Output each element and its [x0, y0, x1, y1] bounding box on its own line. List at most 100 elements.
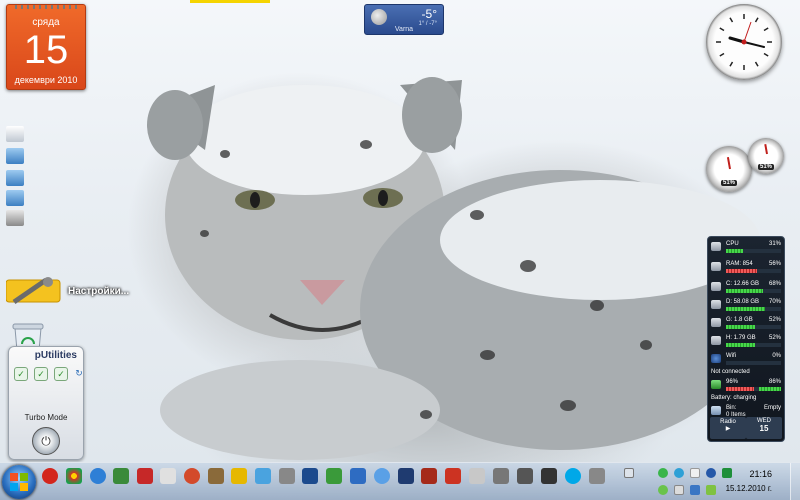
leopard-spot: [470, 210, 484, 220]
tray-app-icon[interactable]: [722, 468, 732, 478]
app-icon[interactable]: [517, 468, 533, 484]
wifi-label: Wifi: [726, 353, 736, 359]
app-icon[interactable]: [421, 468, 437, 484]
tray-app-icon[interactable]: [674, 468, 684, 478]
drive-label: C:: [726, 281, 732, 287]
system-tray: 21:16 15.12.2010 г.: [622, 463, 800, 500]
app-icon[interactable]: [160, 468, 176, 484]
check-icon[interactable]: ✓: [54, 367, 68, 381]
chrome-icon[interactable]: [66, 468, 82, 484]
bin-empty-button[interactable]: Empty: [764, 405, 781, 411]
drive-icon: [711, 318, 721, 327]
ram-row: RAM: 854 56%: [711, 261, 781, 277]
tray-app-icon[interactable]: [658, 485, 668, 495]
system-monitor-gadget[interactable]: CPU 31% RAM: 854 56% C: 12.66 GB 68% D: …: [707, 236, 785, 442]
clock-date[interactable]: 15.12.2010 г.: [726, 484, 772, 493]
app-icon[interactable]: [255, 468, 271, 484]
calendar-gadget[interactable]: сряда 15 декември 2010: [6, 4, 86, 90]
opera-icon[interactable]: [42, 468, 58, 484]
turbo-mode-button[interactable]: ⏻: [32, 427, 60, 455]
battery-icon[interactable]: [706, 485, 716, 495]
ram-meter-value: 51%: [757, 164, 774, 170]
app-icon[interactable]: [541, 468, 557, 484]
tray-app-icon[interactable]: [706, 468, 716, 478]
app-icon[interactable]: [589, 468, 605, 484]
battery-right-percent: 86%: [768, 379, 781, 385]
document-icon[interactable]: [6, 126, 24, 142]
settings-shortcut[interactable]: Настройки...: [6, 276, 146, 306]
bin-icon: [711, 406, 721, 415]
clock-face: [716, 14, 772, 70]
tools-icon[interactable]: [6, 210, 24, 226]
radio-button[interactable]: Radio ▶: [710, 417, 746, 439]
calendar-month-year: декември 2010: [14, 75, 78, 85]
tray-app-icon[interactable]: [658, 468, 668, 478]
ram-label: RAM: 854: [726, 261, 753, 267]
cpu-meter-value: 51%: [720, 180, 737, 186]
battery-bar-left: [726, 387, 754, 391]
weather-gadget[interactable]: -5° 1° / -7° Varna: [364, 4, 444, 35]
app-icon[interactable]: [208, 468, 224, 484]
wifi-status: Not connected: [711, 369, 750, 375]
cpu-icon: [711, 242, 721, 251]
refresh-icon[interactable]: ↻: [72, 367, 86, 381]
show-desktop-button[interactable]: [790, 463, 800, 500]
skype-icon[interactable]: [565, 468, 581, 484]
drive-row: D: 58.08 GB 70%: [711, 299, 781, 315]
check-icon[interactable]: ✓: [14, 367, 28, 381]
volume-icon[interactable]: [674, 485, 684, 495]
app-icon[interactable]: [326, 468, 342, 484]
app-icon[interactable]: [398, 468, 414, 484]
tuneup-utilities-gadget: pUtilities ✓ ✓ ✓ ↻ Turbo Mode ⏻: [8, 346, 84, 460]
drive-size: 58.08 GB: [733, 299, 760, 305]
app-icon[interactable]: [493, 468, 509, 484]
drive-label: G:: [726, 317, 733, 323]
drive-percent: 52%: [768, 335, 781, 341]
filezilla-icon[interactable]: [137, 468, 153, 484]
battery-left-percent: 96%: [726, 379, 739, 385]
media-icon[interactable]: [113, 468, 129, 484]
clock-minute-hand: [743, 41, 765, 48]
skype-icon[interactable]: [374, 468, 390, 484]
photoshop-icon[interactable]: [302, 468, 318, 484]
drive-label: D:: [726, 299, 732, 305]
drive-percent: 68%: [768, 281, 781, 287]
ie-icon[interactable]: [90, 468, 106, 484]
app-icon[interactable]: [279, 468, 295, 484]
folder-icon[interactable]: [6, 148, 24, 164]
tools-icon[interactable]: [231, 468, 247, 484]
cpu-meter: 51%: [706, 146, 752, 192]
leopard-spot: [200, 230, 209, 237]
taskbar: 21:16 15.12.2010 г.: [0, 462, 800, 500]
sysmon-date: WED 15: [746, 417, 782, 439]
calendar-day: 15: [23, 28, 69, 72]
network-icon[interactable]: [690, 485, 700, 495]
start-button[interactable]: [2, 465, 36, 499]
wifi-icon: [711, 354, 721, 363]
cpu-meter-gadget[interactable]: 51% 51%: [706, 138, 786, 198]
battery-row: 96% 86%: [711, 379, 781, 395]
keyboard-icon[interactable]: [624, 468, 634, 478]
calendar-rings: [15, 5, 77, 9]
clock-gadget[interactable]: [706, 4, 782, 80]
drive-row: G: 1.8 GB 52%: [711, 317, 781, 333]
drive-percent: 52%: [768, 317, 781, 323]
play-icon: ▶: [725, 426, 731, 432]
clock-time[interactable]: 21:16: [749, 469, 772, 479]
folder-icon[interactable]: [6, 170, 24, 186]
cpu-bar: [726, 249, 744, 253]
drive-row: C: 12.66 GB 68%: [711, 281, 781, 297]
drive-label: H:: [726, 335, 732, 341]
ram-icon: [711, 262, 721, 271]
flag-icon[interactable]: [690, 468, 700, 478]
browser-icon[interactable]: [184, 468, 200, 484]
word-icon[interactable]: [350, 468, 366, 484]
folder-icon[interactable]: [6, 190, 24, 206]
app-icon[interactable]: [469, 468, 485, 484]
drive-row: H: 1.79 GB 52%: [711, 335, 781, 351]
turbo-mode-label: Turbo Mode: [24, 413, 68, 422]
cpu-meter-needle: [726, 157, 731, 170]
check-icon[interactable]: ✓: [34, 367, 48, 381]
app-icon[interactable]: [445, 468, 461, 484]
ram-percent: 56%: [768, 261, 781, 267]
